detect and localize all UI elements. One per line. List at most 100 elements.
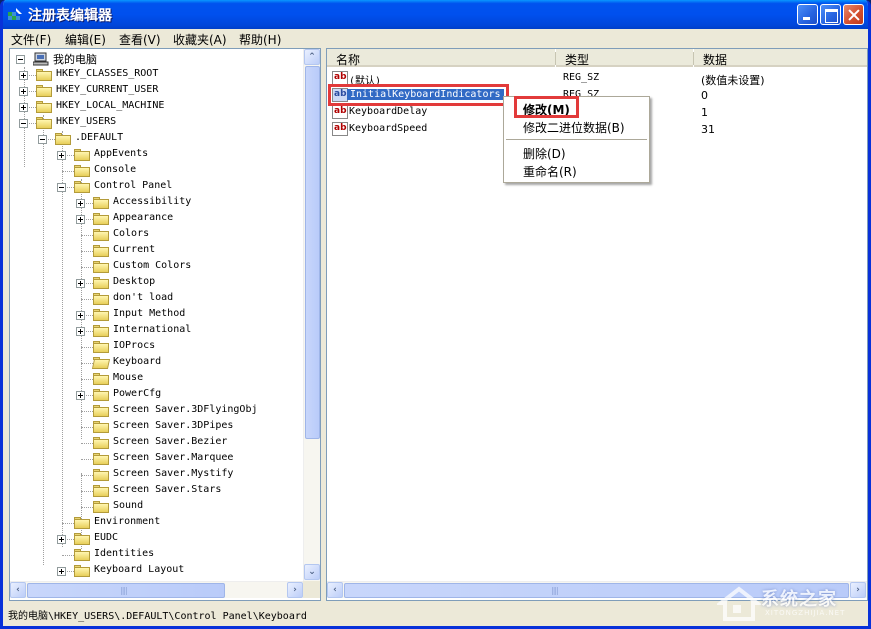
tree-item[interactable]: Current: [10, 243, 300, 259]
menu-view[interactable]: 查看(V): [119, 31, 161, 48]
collapse-icon[interactable]: [57, 183, 66, 192]
tree-item[interactable]: Screen Saver.3DPipes: [10, 419, 300, 435]
scroll-right-button[interactable]: ›: [287, 582, 303, 598]
collapse-icon[interactable]: [38, 135, 47, 144]
menu-file[interactable]: 文件(F): [11, 31, 51, 48]
tree-item[interactable]: .DEFAULT: [10, 131, 300, 147]
folder-icon: [74, 149, 90, 161]
tree-item[interactable]: Appearance: [10, 211, 300, 227]
tree-item[interactable]: PowerCfg: [10, 387, 300, 403]
folder-icon: [55, 133, 71, 145]
maximize-button[interactable]: [820, 4, 841, 25]
tree-item[interactable]: Colors: [10, 227, 300, 243]
tree-label: AppEvents: [94, 148, 149, 159]
tree-item[interactable]: Input Method: [10, 307, 300, 323]
column-header-name[interactable]: 名称: [327, 49, 555, 67]
tree-item[interactable]: don't load: [10, 291, 300, 307]
tree-item[interactable]: HKEY_CLASSES_ROOT: [10, 67, 300, 83]
tree-item[interactable]: Screen Saver.Marquee: [10, 451, 300, 467]
expand-icon[interactable]: [76, 327, 85, 336]
expand-icon[interactable]: [76, 199, 85, 208]
tree-label: HKEY_LOCAL_MACHINE: [56, 100, 165, 111]
expand-icon[interactable]: [19, 103, 28, 112]
tree-item[interactable]: Screen Saver.Stars: [10, 483, 300, 499]
tree-item[interactable]: Desktop: [10, 275, 300, 291]
folder-icon: [93, 277, 109, 289]
menu-edit[interactable]: 编辑(E): [65, 31, 106, 48]
scroll-thumb[interactable]: [305, 66, 320, 439]
tree-item[interactable]: Environment: [10, 515, 300, 531]
menu-item-delete[interactable]: 删除(D): [523, 145, 566, 162]
close-button[interactable]: [843, 4, 864, 25]
title-bar[interactable]: 注册表编辑器: [3, 0, 868, 29]
tree-item[interactable]: Console: [10, 163, 300, 179]
registry-tree[interactable]: 我的电脑 HKEY_CLASSES_ROOT HKEY_CURRENT_USER HK…: [9, 48, 321, 601]
expand-icon[interactable]: [19, 71, 28, 80]
tree-label: Keyboard Layout: [94, 564, 185, 575]
menu-separator: [506, 139, 647, 140]
expand-icon[interactable]: [76, 391, 85, 400]
tree-label: Custom Colors: [113, 260, 192, 271]
menu-help[interactable]: 帮助(H): [239, 31, 281, 48]
folder-icon: [74, 549, 90, 561]
folder-icon: [93, 453, 109, 465]
column-header-data[interactable]: 数据: [694, 49, 867, 67]
tree-item[interactable]: Sound: [10, 499, 300, 515]
tree-horizontal-scrollbar[interactable]: ‹ |||| ›: [10, 581, 303, 598]
tree-item[interactable]: HKEY_CURRENT_USER: [10, 83, 300, 99]
tree-item[interactable]: EUDC: [10, 531, 300, 547]
tree-item[interactable]: Keyboard: [10, 355, 300, 371]
tree-item[interactable]: Custom Colors: [10, 259, 300, 275]
expand-icon[interactable]: [19, 87, 28, 96]
tree-item[interactable]: HKEY_LOCAL_MACHINE: [10, 99, 300, 115]
folder-icon: [36, 101, 52, 113]
folder-icon: [93, 325, 109, 337]
tree-item[interactable]: Keyboard Layout: [10, 563, 300, 579]
minimize-button[interactable]: [797, 4, 818, 25]
menu-item-modify-binary[interactable]: 修改二进位数据(B): [523, 119, 625, 136]
tree-item[interactable]: Screen Saver.Bezier: [10, 435, 300, 451]
tree-label: .DEFAULT: [75, 132, 124, 143]
tree-label: Desktop: [113, 276, 156, 287]
tree-item[interactable]: Identities: [10, 547, 300, 563]
folder-icon: [74, 165, 90, 177]
tree-label: Input Method: [113, 308, 186, 319]
tree-guide-line: [81, 267, 93, 268]
tree-item[interactable]: Accessibility: [10, 195, 300, 211]
menu-item-rename[interactable]: 重命名(R): [523, 163, 577, 180]
expand-icon[interactable]: [76, 311, 85, 320]
tree-item[interactable]: AppEvents: [10, 147, 300, 163]
menu-favorites[interactable]: 收藏夹(A): [173, 31, 227, 48]
window-title: 注册表编辑器: [28, 8, 112, 24]
tree-item[interactable]: IOProcs: [10, 339, 300, 355]
tree-item[interactable]: Screen Saver.3DFlyingObj: [10, 403, 300, 419]
expand-icon[interactable]: [57, 151, 66, 160]
tree-item[interactable]: HKEY_USERS: [10, 115, 300, 131]
expand-icon[interactable]: [76, 215, 85, 224]
tree-item[interactable]: Mouse: [10, 371, 300, 387]
expand-icon[interactable]: [57, 535, 66, 544]
tree-item[interactable]: Screen Saver.Mystify: [10, 467, 300, 483]
collapse-icon[interactable]: [16, 55, 25, 64]
tree-guide-line: [81, 459, 93, 460]
tree-item[interactable]: Control Panel: [10, 179, 300, 195]
tree-guide-line: [62, 555, 74, 556]
tree-guide-line: [81, 427, 93, 428]
scroll-left-button[interactable]: ‹: [10, 582, 26, 598]
collapse-icon[interactable]: [19, 119, 28, 128]
scroll-up-button[interactable]: ⌃: [304, 49, 320, 65]
scroll-down-button[interactable]: ⌄: [304, 564, 320, 580]
column-header-type[interactable]: 类型: [556, 49, 693, 67]
expand-icon[interactable]: [76, 279, 85, 288]
folder-icon: [93, 213, 109, 225]
h-scroll-thumb[interactable]: ||||: [27, 583, 225, 598]
tree-vertical-scrollbar[interactable]: ⌃ ⌄: [303, 49, 320, 581]
tree-label: EUDC: [94, 532, 119, 543]
scroll-left-button[interactable]: ‹: [327, 582, 343, 598]
watermark: 系统之家 XITONGZHIJIA.NET: [713, 583, 868, 623]
string-value-icon: ab: [332, 105, 348, 119]
tree-label: Screen Saver.Stars: [113, 484, 222, 495]
expand-icon[interactable]: [57, 567, 66, 576]
value-type: REG_SZ: [563, 72, 600, 83]
tree-item[interactable]: International: [10, 323, 300, 339]
